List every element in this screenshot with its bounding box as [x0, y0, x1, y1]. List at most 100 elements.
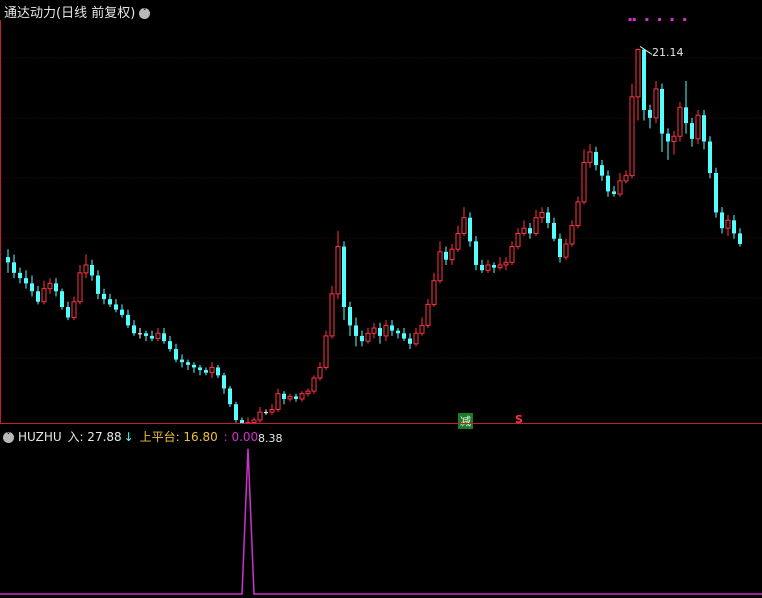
candle-body — [354, 325, 358, 336]
candle-body — [528, 228, 532, 234]
signal-dot — [628, 18, 632, 21]
candle-body — [294, 396, 298, 399]
candle-body — [515, 232, 521, 248]
candle-body — [186, 362, 190, 365]
candle-body — [77, 272, 83, 303]
indicator-chart[interactable] — [0, 424, 762, 598]
candle — [533, 209, 539, 237]
candle — [635, 48, 641, 121]
candle-body — [413, 332, 419, 345]
candle-body — [150, 335, 154, 339]
candle-body — [335, 246, 341, 295]
candle-body — [96, 275, 100, 294]
candle — [720, 207, 724, 234]
candle — [186, 359, 190, 371]
candle-body — [431, 280, 437, 305]
candle — [437, 241, 443, 284]
candle-body — [569, 225, 575, 245]
candle-body — [485, 264, 491, 271]
candle — [96, 270, 100, 300]
candle-body — [234, 404, 238, 420]
candle-body — [174, 349, 178, 360]
candle-body — [642, 49, 646, 110]
candle — [455, 225, 461, 252]
candle — [480, 259, 484, 273]
candle — [390, 320, 394, 336]
candle — [323, 330, 329, 371]
candle — [102, 288, 106, 305]
candle-body — [102, 293, 106, 300]
candle-body — [180, 359, 184, 363]
candle — [204, 367, 208, 376]
candle-body — [702, 115, 706, 142]
candle-body — [209, 366, 215, 374]
candle-body — [360, 335, 364, 342]
candle-body — [12, 262, 16, 273]
candle-body — [623, 175, 629, 182]
candle — [419, 317, 425, 336]
candle — [90, 259, 94, 281]
candle — [60, 288, 64, 310]
candle — [594, 146, 598, 171]
candle — [563, 238, 569, 260]
candle — [666, 128, 670, 160]
candle — [83, 254, 89, 279]
candle — [528, 222, 532, 239]
candle — [180, 354, 184, 368]
candle-body — [60, 291, 64, 308]
candle-body — [546, 212, 550, 223]
candle — [629, 83, 635, 179]
candle-body — [660, 88, 664, 134]
candle — [408, 333, 412, 350]
candle — [24, 270, 28, 289]
candle-body — [474, 241, 478, 265]
candle — [114, 299, 118, 313]
candle-body — [600, 165, 604, 176]
candle — [216, 364, 220, 378]
candle — [287, 393, 293, 402]
candle-body — [66, 307, 70, 318]
candle-body — [725, 219, 731, 229]
candle-body — [371, 327, 377, 334]
candle-body — [54, 283, 58, 292]
candle — [581, 149, 587, 205]
candle-body — [425, 303, 431, 326]
candle — [282, 391, 286, 405]
candle — [546, 207, 550, 229]
candle — [725, 215, 731, 237]
candle-body — [594, 152, 598, 166]
candle — [54, 278, 58, 297]
candle — [695, 109, 701, 145]
candle-body — [497, 264, 503, 269]
candle-body — [299, 393, 305, 400]
candle-body — [720, 212, 724, 229]
signal-dot — [658, 18, 661, 21]
candle-body — [305, 390, 311, 395]
candle — [30, 275, 34, 297]
candle-body — [581, 162, 587, 203]
candle-body — [480, 264, 484, 271]
candle — [371, 322, 377, 339]
candle-body — [732, 220, 736, 234]
candle-body — [228, 388, 232, 405]
candle — [521, 220, 527, 237]
price-chart[interactable] — [0, 0, 762, 424]
candle — [120, 304, 124, 318]
candle-body — [83, 264, 89, 274]
candle-body — [120, 309, 124, 315]
candle — [66, 301, 70, 321]
candle-body — [606, 175, 610, 192]
candle — [36, 286, 40, 305]
candle-body — [378, 328, 382, 336]
candle — [209, 362, 215, 378]
candle-body — [509, 246, 515, 263]
candle — [6, 249, 10, 273]
candle — [539, 207, 545, 223]
candle-body — [18, 272, 22, 279]
candle — [677, 102, 683, 142]
candle-body — [444, 251, 448, 260]
candle — [77, 264, 83, 305]
candle-body — [492, 264, 496, 268]
candle — [257, 406, 263, 423]
candle-body — [419, 324, 425, 334]
